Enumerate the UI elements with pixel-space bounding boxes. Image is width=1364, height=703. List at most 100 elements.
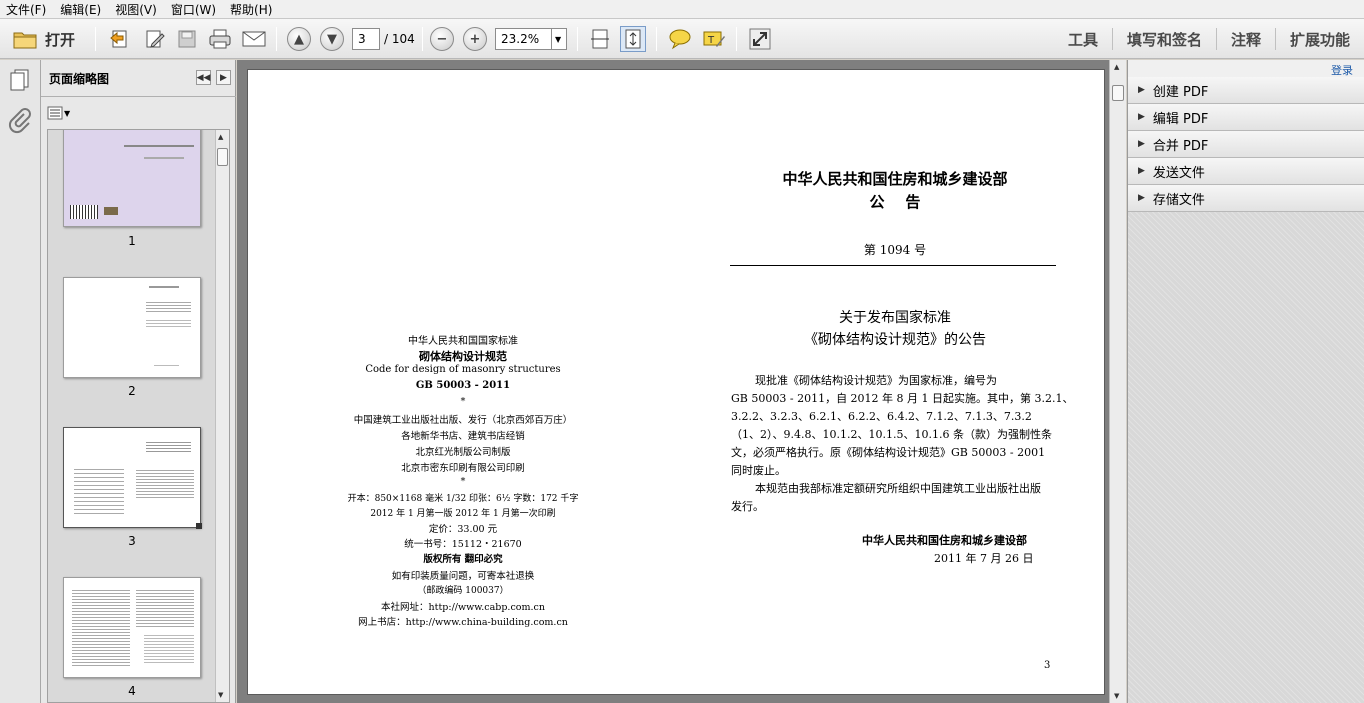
attachment-icon[interactable] xyxy=(8,108,32,137)
colophon-line: 中华人民共和国国家标准 xyxy=(408,336,518,347)
panel-menu-button[interactable]: ▶ xyxy=(216,70,231,85)
body-line: 本规范由我部标准定额研究所组织中国建筑工业出版社出版 xyxy=(755,482,1041,495)
menubar: 文件(F) 编辑(E) 视图(V) 窗口(W) 帮助(H) xyxy=(0,0,1364,19)
expand-icon[interactable] xyxy=(746,26,774,52)
colophon-title: 砌体结构设计规范 xyxy=(419,350,507,363)
body-line: 同时废止。 xyxy=(731,464,786,477)
save-icon[interactable] xyxy=(173,26,201,52)
fill-sign-link[interactable]: 填写和签名 xyxy=(1111,28,1216,50)
task-panel-header: 登录 xyxy=(1128,60,1364,77)
heading-rule xyxy=(730,265,1056,266)
open-label: 打开 xyxy=(44,30,75,49)
highlight-text-icon[interactable]: T xyxy=(700,26,728,52)
task-create-pdf[interactable]: ▶ 创建 PDF xyxy=(1128,77,1364,104)
thumbnail-scroll-thumb[interactable] xyxy=(217,148,228,166)
task-label: 创建 PDF xyxy=(1152,84,1209,100)
colophon-line: 中国建筑工业出版社出版、发行（北京西郊百万庄） xyxy=(353,415,573,426)
tools-link[interactable]: 工具 xyxy=(1054,28,1112,50)
signature-ministry: 中华人民共和国住房和城乡建设部 xyxy=(862,534,1027,547)
next-page-button[interactable]: ▼ xyxy=(318,26,346,52)
menu-file[interactable]: 文件(F) xyxy=(6,1,46,18)
task-store-file[interactable]: ▶ 存储文件 xyxy=(1128,185,1364,212)
colophon-line: 北京红光制版公司制版 xyxy=(415,447,511,458)
email-icon[interactable] xyxy=(240,26,268,52)
thumbnail-panel-title: 页面缩略图 xyxy=(49,72,110,86)
thumbnail-page-2[interactable] xyxy=(63,277,201,378)
menu-help[interactable]: 帮助(H) xyxy=(230,1,272,18)
page-number-input[interactable]: 3 xyxy=(352,28,380,50)
menu-view[interactable]: 视图(V) xyxy=(115,1,157,18)
task-send-file[interactable]: ▶ 发送文件 xyxy=(1128,158,1364,185)
menu-edit[interactable]: 编辑(E) xyxy=(60,1,101,18)
scroll-down-icon[interactable]: ▼ xyxy=(218,691,223,699)
zoom-out-button[interactable]: − xyxy=(428,26,456,52)
colophon-line: 如有印装质量问题，可寄本社退换 xyxy=(391,571,535,582)
zoom-input[interactable]: 23.2% xyxy=(495,28,551,50)
colophon-line: 统一书号：15112・21670 xyxy=(404,539,522,550)
colophon-line: Code for design of masonry structures xyxy=(365,364,561,375)
pdf-page: 中华人民共和国国家标准 砌体结构设计规范 Code for design of … xyxy=(247,69,1105,695)
thumbnail-options-button[interactable]: ▼ xyxy=(47,104,73,122)
task-label: 发送文件 xyxy=(1152,165,1205,181)
extended-link[interactable]: 扩展功能 xyxy=(1274,28,1364,50)
list-options-icon xyxy=(47,106,63,120)
thumbnail-label: 2 xyxy=(128,384,136,398)
page-number: 3 xyxy=(1044,660,1051,671)
colophon-line: 2012 年 1 月第一版 2012 年 1 月第一次印刷 xyxy=(370,509,556,519)
thumbnail-scrollbar[interactable]: ▲ ▼ xyxy=(215,130,229,702)
toolbar: 打开 ▲ ▼ 3 / 104 − + 23.2% ▼ T 工具 填写和签名 注释… xyxy=(0,19,1364,59)
notice-number: 第 1094 号 xyxy=(863,243,927,257)
document-scrollbar[interactable]: ▲ ▼ xyxy=(1109,60,1126,703)
signin-link[interactable]: 登录 xyxy=(1331,62,1353,78)
menu-window[interactable]: 窗口(W) xyxy=(171,1,216,18)
expand-triangle-icon: ▶ xyxy=(1138,166,1145,176)
body-line: （1、2）、9.4.8、10.1.2、10.1.5、10.1.6 条（款）为强制… xyxy=(731,428,1052,441)
fit-page-icon[interactable] xyxy=(620,26,646,52)
svg-text:T: T xyxy=(707,35,715,46)
task-panel: 登录 ▶ 创建 PDF ▶ 编辑 PDF ▶ 合并 PDF ▶ 发送文件 ▶ 存… xyxy=(1127,60,1364,703)
collapse-panel-button[interactable]: ◀◀ xyxy=(196,70,211,85)
thumbnail-panel: 页面缩略图 ◀◀ ▶ ▼ 1 2 3 4 ▲ ▼ xyxy=(41,60,236,703)
scroll-down-icon[interactable]: ▼ xyxy=(1114,692,1119,700)
expand-triangle-icon: ▶ xyxy=(1138,193,1145,203)
folder-icon xyxy=(13,32,37,49)
zoom-in-button[interactable]: + xyxy=(461,26,489,52)
signature-date: 2011 年 7 月 26 日 xyxy=(934,552,1034,565)
create-icon[interactable] xyxy=(106,26,134,52)
zoom-dropdown-icon[interactable]: ▼ xyxy=(551,28,567,50)
print-icon[interactable] xyxy=(206,26,234,52)
thumbnail-page-1[interactable] xyxy=(63,130,201,227)
scroll-up-icon[interactable]: ▲ xyxy=(1114,63,1119,71)
task-label: 编辑 PDF xyxy=(1152,111,1209,127)
thumbnail-label: 1 xyxy=(128,234,136,248)
colophon-line: * xyxy=(460,476,466,487)
task-edit-pdf[interactable]: ▶ 编辑 PDF xyxy=(1128,104,1364,131)
thumbnail-page-4[interactable] xyxy=(63,577,201,678)
colophon-line: （邮政编码 100037） xyxy=(417,586,509,596)
plus-icon: + xyxy=(463,27,487,51)
document-area: 中华人民共和国国家标准 砌体结构设计规范 Code for design of … xyxy=(237,60,1126,703)
page-thumbnails-icon[interactable] xyxy=(8,68,32,95)
fit-width-icon[interactable] xyxy=(587,26,613,52)
scroll-up-icon[interactable]: ▲ xyxy=(218,133,223,141)
colophon-price: 定价：33.00 元 xyxy=(428,524,498,535)
comment-icon[interactable] xyxy=(666,26,694,52)
edit-doc-icon[interactable] xyxy=(141,26,169,52)
colophon-code: GB 50003 - 2011 xyxy=(415,380,511,391)
colophon-line: 网上书店：http://www.china-building.com.cn xyxy=(358,617,568,628)
body-line: 发行。 xyxy=(731,500,764,513)
navigation-strip xyxy=(0,60,41,703)
open-button[interactable]: 打开 xyxy=(8,26,80,52)
colophon-line: 版权所有 翻印必究 xyxy=(423,554,503,565)
comment-link[interactable]: 注释 xyxy=(1215,28,1275,50)
thumbnail-list: 1 2 3 4 ▲ ▼ xyxy=(47,129,230,703)
colophon-line: 各地新华书店、建筑书店经销 xyxy=(401,431,525,442)
prev-page-button[interactable]: ▲ xyxy=(285,26,313,52)
ministry-heading: 中华人民共和国住房和城乡建设部 xyxy=(782,170,1008,188)
thumbnail-label: 3 xyxy=(128,534,136,548)
thumbnail-page-3[interactable] xyxy=(63,427,202,529)
document-scroll-thumb[interactable] xyxy=(1112,85,1124,101)
task-combine-pdf[interactable]: ▶ 合并 PDF xyxy=(1128,131,1364,158)
subject-line: 关于发布国家标准 xyxy=(839,310,951,326)
arrow-down-icon: ▼ xyxy=(320,27,344,51)
